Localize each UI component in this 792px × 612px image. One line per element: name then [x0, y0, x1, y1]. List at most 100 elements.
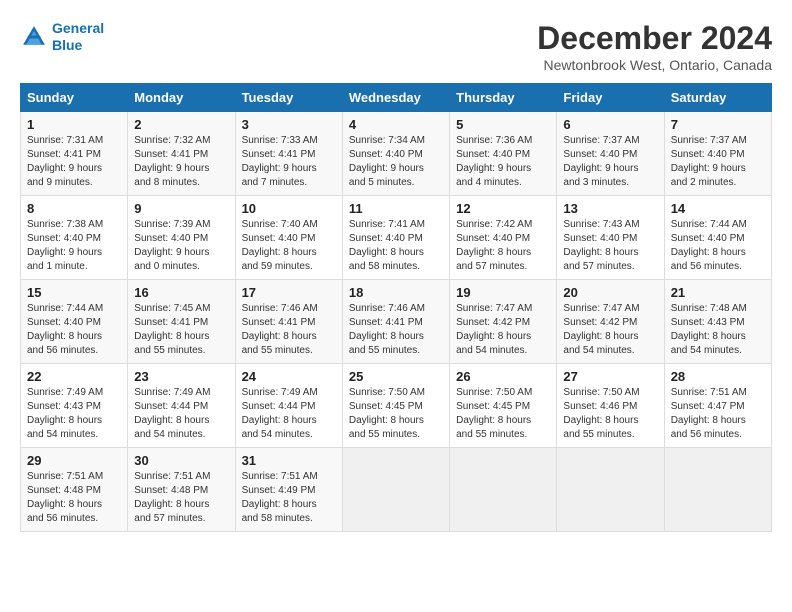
calendar-cell: 19 Sunrise: 7:47 AM Sunset: 4:42 PM Dayl…	[450, 280, 557, 364]
sunset-text: Sunset: 4:44 PM	[242, 401, 316, 412]
sunset-text: Sunset: 4:40 PM	[27, 317, 101, 328]
sunset-text: Sunset: 4:47 PM	[671, 401, 745, 412]
calendar-header-row: SundayMondayTuesdayWednesdayThursdayFrid…	[21, 84, 772, 112]
calendar-row: 22 Sunrise: 7:49 AM Sunset: 4:43 PM Dayl…	[21, 364, 772, 448]
sunset-text: Sunset: 4:45 PM	[456, 401, 530, 412]
day-number: 6	[563, 117, 657, 132]
sunrise-text: Sunrise: 7:51 AM	[242, 471, 318, 482]
daylight-text: Daylight: 8 hours and 54 minutes.	[242, 415, 317, 440]
day-number: 23	[134, 369, 228, 384]
sunrise-text: Sunrise: 7:37 AM	[563, 135, 639, 146]
daylight-text: Daylight: 8 hours and 57 minutes.	[563, 247, 638, 272]
sunrise-text: Sunrise: 7:47 AM	[563, 303, 639, 314]
day-info: Sunrise: 7:50 AM Sunset: 4:46 PM Dayligh…	[563, 386, 657, 442]
day-info: Sunrise: 7:51 AM Sunset: 4:48 PM Dayligh…	[134, 470, 228, 526]
sunrise-text: Sunrise: 7:41 AM	[349, 219, 425, 230]
sunrise-text: Sunrise: 7:37 AM	[671, 135, 747, 146]
sunset-text: Sunset: 4:40 PM	[27, 233, 101, 244]
calendar-row: 29 Sunrise: 7:51 AM Sunset: 4:48 PM Dayl…	[21, 448, 772, 532]
sunset-text: Sunset: 4:45 PM	[349, 401, 423, 412]
sunrise-text: Sunrise: 7:38 AM	[27, 219, 103, 230]
title-section: December 2024 Newtonbrook West, Ontario,…	[537, 20, 772, 73]
sunrise-text: Sunrise: 7:47 AM	[456, 303, 532, 314]
weekday-header-sunday: Sunday	[21, 84, 128, 112]
daylight-text: Daylight: 9 hours and 4 minutes.	[456, 163, 531, 188]
day-number: 21	[671, 285, 765, 300]
sunrise-text: Sunrise: 7:31 AM	[27, 135, 103, 146]
daylight-text: Daylight: 8 hours and 54 minutes.	[671, 331, 746, 356]
sunset-text: Sunset: 4:49 PM	[242, 485, 316, 496]
day-info: Sunrise: 7:47 AM Sunset: 4:42 PM Dayligh…	[456, 302, 550, 358]
daylight-text: Daylight: 8 hours and 56 minutes.	[671, 247, 746, 272]
sunset-text: Sunset: 4:40 PM	[563, 149, 637, 160]
daylight-text: Daylight: 8 hours and 57 minutes.	[134, 499, 209, 524]
day-info: Sunrise: 7:36 AM Sunset: 4:40 PM Dayligh…	[456, 134, 550, 190]
calendar-cell: 17 Sunrise: 7:46 AM Sunset: 4:41 PM Dayl…	[235, 280, 342, 364]
page-header: General Blue December 2024 Newtonbrook W…	[20, 20, 772, 73]
day-number: 20	[563, 285, 657, 300]
sunrise-text: Sunrise: 7:49 AM	[27, 387, 103, 398]
daylight-text: Daylight: 8 hours and 54 minutes.	[134, 415, 209, 440]
calendar-cell: 10 Sunrise: 7:40 AM Sunset: 4:40 PM Dayl…	[235, 196, 342, 280]
sunset-text: Sunset: 4:42 PM	[563, 317, 637, 328]
sunset-text: Sunset: 4:40 PM	[242, 233, 316, 244]
day-info: Sunrise: 7:44 AM Sunset: 4:40 PM Dayligh…	[671, 218, 765, 274]
calendar-cell: 7 Sunrise: 7:37 AM Sunset: 4:40 PM Dayli…	[664, 112, 771, 196]
calendar-cell: 8 Sunrise: 7:38 AM Sunset: 4:40 PM Dayli…	[21, 196, 128, 280]
daylight-text: Daylight: 8 hours and 56 minutes.	[27, 499, 102, 524]
daylight-text: Daylight: 8 hours and 55 minutes.	[349, 415, 424, 440]
weekday-header-saturday: Saturday	[664, 84, 771, 112]
sunrise-text: Sunrise: 7:51 AM	[134, 471, 210, 482]
daylight-text: Daylight: 8 hours and 58 minutes.	[242, 499, 317, 524]
day-number: 27	[563, 369, 657, 384]
calendar-cell: 23 Sunrise: 7:49 AM Sunset: 4:44 PM Dayl…	[128, 364, 235, 448]
calendar-cell: 11 Sunrise: 7:41 AM Sunset: 4:40 PM Dayl…	[342, 196, 449, 280]
calendar-cell: 16 Sunrise: 7:45 AM Sunset: 4:41 PM Dayl…	[128, 280, 235, 364]
daylight-text: Daylight: 8 hours and 55 minutes.	[563, 415, 638, 440]
daylight-text: Daylight: 9 hours and 5 minutes.	[349, 163, 424, 188]
weekday-header-friday: Friday	[557, 84, 664, 112]
sunset-text: Sunset: 4:41 PM	[134, 149, 208, 160]
calendar-cell: 3 Sunrise: 7:33 AM Sunset: 4:41 PM Dayli…	[235, 112, 342, 196]
sunrise-text: Sunrise: 7:49 AM	[242, 387, 318, 398]
sunrise-text: Sunrise: 7:45 AM	[134, 303, 210, 314]
day-number: 11	[349, 201, 443, 216]
sunset-text: Sunset: 4:48 PM	[27, 485, 101, 496]
logo: General Blue	[20, 20, 104, 54]
day-info: Sunrise: 7:33 AM Sunset: 4:41 PM Dayligh…	[242, 134, 336, 190]
daylight-text: Daylight: 9 hours and 0 minutes.	[134, 247, 209, 272]
day-info: Sunrise: 7:38 AM Sunset: 4:40 PM Dayligh…	[27, 218, 121, 274]
daylight-text: Daylight: 8 hours and 58 minutes.	[349, 247, 424, 272]
sunrise-text: Sunrise: 7:44 AM	[671, 219, 747, 230]
daylight-text: Daylight: 8 hours and 56 minutes.	[671, 415, 746, 440]
sunset-text: Sunset: 4:40 PM	[563, 233, 637, 244]
sunset-text: Sunset: 4:46 PM	[563, 401, 637, 412]
sunrise-text: Sunrise: 7:50 AM	[456, 387, 532, 398]
calendar-cell: 27 Sunrise: 7:50 AM Sunset: 4:46 PM Dayl…	[557, 364, 664, 448]
day-info: Sunrise: 7:48 AM Sunset: 4:43 PM Dayligh…	[671, 302, 765, 358]
calendar-cell: 20 Sunrise: 7:47 AM Sunset: 4:42 PM Dayl…	[557, 280, 664, 364]
weekday-header-wednesday: Wednesday	[342, 84, 449, 112]
sunset-text: Sunset: 4:41 PM	[27, 149, 101, 160]
daylight-text: Daylight: 8 hours and 54 minutes.	[27, 415, 102, 440]
day-info: Sunrise: 7:32 AM Sunset: 4:41 PM Dayligh…	[134, 134, 228, 190]
day-number: 31	[242, 453, 336, 468]
weekday-header-thursday: Thursday	[450, 84, 557, 112]
day-info: Sunrise: 7:49 AM Sunset: 4:43 PM Dayligh…	[27, 386, 121, 442]
sunrise-text: Sunrise: 7:40 AM	[242, 219, 318, 230]
sunrise-text: Sunrise: 7:51 AM	[671, 387, 747, 398]
sunrise-text: Sunrise: 7:51 AM	[27, 471, 103, 482]
calendar-cell: 29 Sunrise: 7:51 AM Sunset: 4:48 PM Dayl…	[21, 448, 128, 532]
sunrise-text: Sunrise: 7:42 AM	[456, 219, 532, 230]
calendar-cell: 9 Sunrise: 7:39 AM Sunset: 4:40 PM Dayli…	[128, 196, 235, 280]
sunrise-text: Sunrise: 7:49 AM	[134, 387, 210, 398]
daylight-text: Daylight: 8 hours and 54 minutes.	[456, 331, 531, 356]
sunset-text: Sunset: 4:41 PM	[242, 149, 316, 160]
daylight-text: Daylight: 9 hours and 2 minutes.	[671, 163, 746, 188]
calendar-table: SundayMondayTuesdayWednesdayThursdayFrid…	[20, 83, 772, 532]
day-info: Sunrise: 7:44 AM Sunset: 4:40 PM Dayligh…	[27, 302, 121, 358]
day-number: 25	[349, 369, 443, 384]
calendar-cell: 5 Sunrise: 7:36 AM Sunset: 4:40 PM Dayli…	[450, 112, 557, 196]
day-number: 18	[349, 285, 443, 300]
sunset-text: Sunset: 4:40 PM	[349, 149, 423, 160]
